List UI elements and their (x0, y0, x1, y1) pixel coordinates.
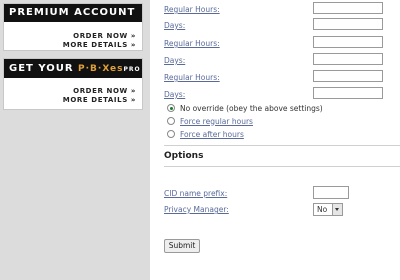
override-option-regular-label: Force regular hours (180, 116, 253, 126)
premium-account-title: PREMIUM ACCOUNT (4, 4, 142, 22)
override-option-none[interactable]: No override (obey the above settings) (167, 103, 323, 113)
radio-icon[interactable] (167, 117, 175, 125)
privacy-manager-value: No (317, 205, 328, 214)
pbxes-pro-label: PRO (123, 66, 141, 73)
days-input-3[interactable] (313, 87, 383, 99)
regular-hours-input-2[interactable] (313, 36, 383, 48)
pbxes-more-details-link[interactable]: MORE DETAILS » (63, 96, 136, 104)
days-label-2: Days: (164, 56, 186, 65)
premium-order-now-link[interactable]: ORDER NOW » (73, 32, 136, 40)
regular-hours-label-1: Regular Hours: (164, 5, 220, 14)
chevron-down-icon[interactable] (332, 204, 342, 215)
regular-hours-input-1[interactable] (313, 2, 383, 14)
privacy-manager-label: Privacy Manager: (164, 205, 229, 214)
days-label-1: Days: (164, 21, 186, 30)
pbxes-logo: P·B·Xes (78, 64, 124, 74)
pbxes-pro-ad[interactable]: GET YOUR P·B·XesPRO ORDER NOW » MORE DET… (3, 58, 143, 110)
premium-more-details-link[interactable]: MORE DETAILS » (63, 41, 136, 49)
pbxes-ad-title: GET YOUR P·B·XesPRO (4, 59, 142, 78)
privacy-manager-select[interactable]: No (313, 203, 343, 216)
radio-icon[interactable] (167, 130, 175, 138)
regular-hours-input-3[interactable] (313, 70, 383, 82)
radio-icon[interactable] (167, 104, 175, 112)
premium-account-ad[interactable]: PREMIUM ACCOUNT ORDER NOW » MORE DETAILS… (3, 3, 143, 51)
submit-button[interactable]: Submit (164, 239, 200, 253)
cid-name-prefix-input[interactable] (313, 186, 349, 199)
sidebar: PREMIUM ACCOUNT ORDER NOW » MORE DETAILS… (0, 0, 150, 280)
pbxes-ad-title-prefix: GET YOUR (9, 63, 79, 74)
regular-hours-label-3: Regular Hours: (164, 73, 220, 82)
cid-name-prefix-label: CID name prefix: (164, 189, 228, 198)
options-heading: Options (164, 151, 204, 161)
pbxes-order-now-link[interactable]: ORDER NOW » (73, 87, 136, 95)
override-option-after-label: Force after hours (180, 129, 244, 139)
days-label-3: Days: (164, 90, 186, 99)
days-input-2[interactable] (313, 53, 383, 65)
divider (164, 166, 400, 167)
days-input-1[interactable] (313, 18, 383, 30)
override-option-after[interactable]: Force after hours (167, 129, 244, 139)
settings-form: Regular Hours: Days: Regular Hours: Days… (150, 0, 400, 280)
override-option-regular[interactable]: Force regular hours (167, 116, 253, 126)
override-option-none-label: No override (obey the above settings) (180, 103, 323, 113)
regular-hours-label-2: Regular Hours: (164, 39, 220, 48)
divider (164, 145, 400, 146)
